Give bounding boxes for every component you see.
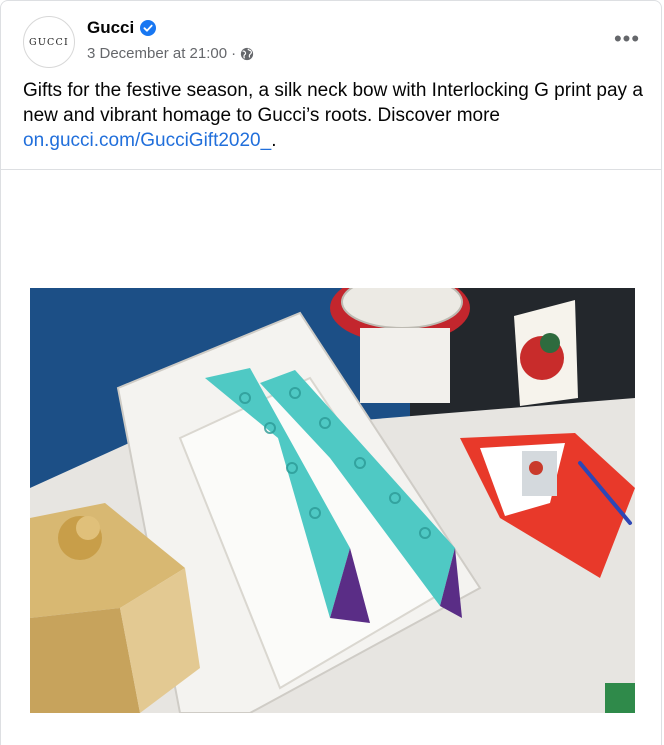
timestamp-link[interactable]: 3 December at 21:00	[87, 45, 227, 62]
page-name[interactable]: Gucci	[87, 18, 134, 38]
caption-period: .	[271, 130, 277, 151]
globe-icon	[240, 47, 254, 60]
meta-separator: ·	[231, 45, 237, 62]
post-meta: 3 December at 21:00 ·	[87, 45, 254, 62]
more-dots-icon: •••	[613, 26, 641, 51]
more-options-button[interactable]: •••	[609, 25, 645, 53]
post-media[interactable]	[1, 170, 661, 745]
facebook-post: GUCCI Gucci 3 December at 21:00 · ••• Gi…	[0, 0, 662, 745]
author-row: Gucci	[87, 18, 157, 38]
caption-link[interactable]: on.gucci.com/GucciGift2020_	[23, 130, 271, 151]
post-caption: Gifts for the festive season, a silk nec…	[23, 78, 643, 153]
verified-badge-icon	[140, 20, 157, 36]
product-photo[interactable]	[30, 288, 635, 713]
caption-text: Gifts for the festive season, a silk nec…	[23, 80, 643, 126]
avatar-logo-text: GUCCI	[29, 36, 69, 48]
post-header: GUCCI Gucci 3 December at 21:00 · •••	[23, 15, 645, 71]
avatar[interactable]: GUCCI	[23, 16, 75, 68]
